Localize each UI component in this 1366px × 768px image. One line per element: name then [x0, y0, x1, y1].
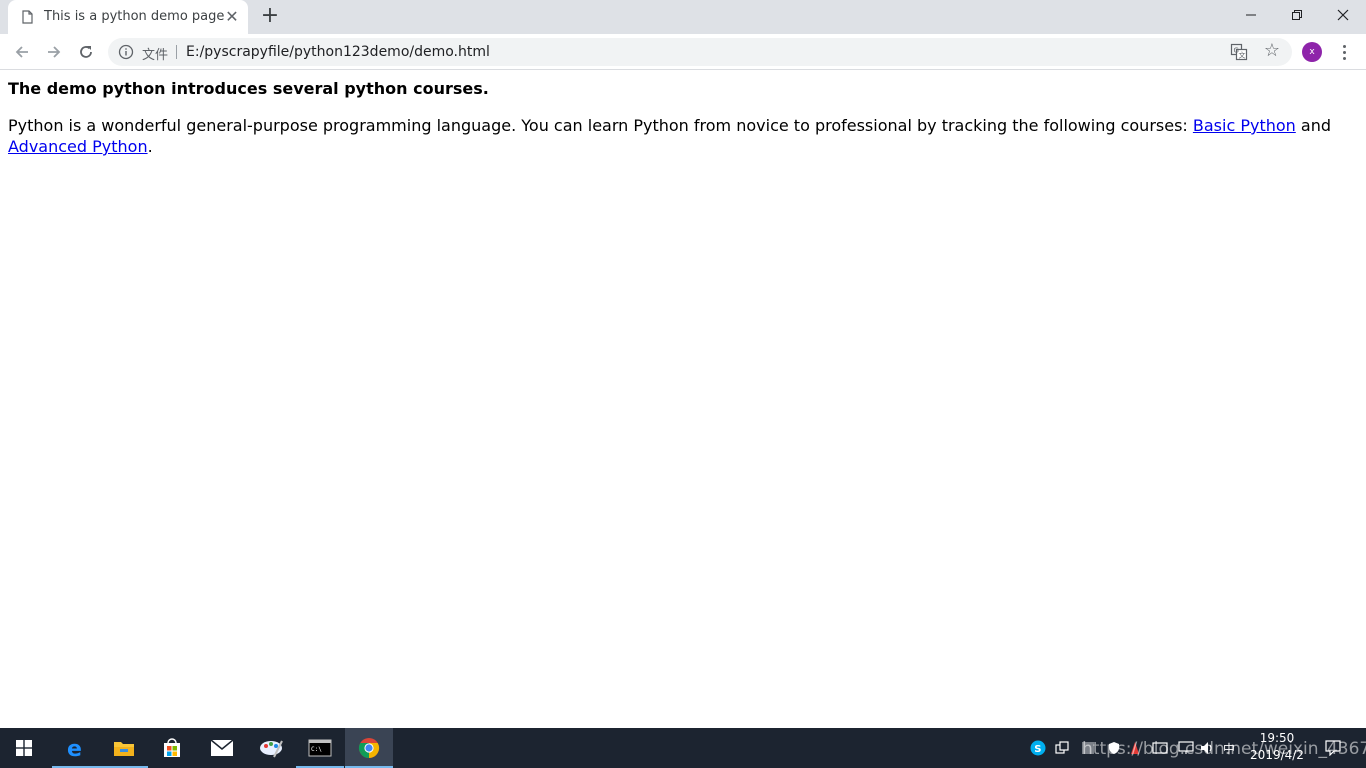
back-button[interactable]	[8, 38, 36, 66]
start-button[interactable]	[0, 728, 48, 768]
divider	[176, 45, 177, 59]
tray-skype[interactable]: S	[1028, 728, 1048, 768]
watermark-text: https://blog.csdn.net/weixin_43670105	[1082, 739, 1366, 759]
browser-menu-icon[interactable]	[1336, 42, 1352, 62]
svg-text:C:\: C:\	[311, 746, 322, 753]
page-icon	[22, 10, 33, 24]
reload-button[interactable]	[72, 38, 100, 66]
paragraph-text: Python is a wonderful general-purpose pr…	[8, 116, 1193, 135]
translate-icon[interactable]: G 文	[1230, 43, 1248, 61]
taskbar-file-explorer[interactable]	[100, 728, 148, 768]
bookmark-star-icon[interactable]: ☆	[1262, 41, 1282, 61]
taskbar-cmd[interactable]: C:\	[296, 728, 344, 768]
taskbar-chrome[interactable]	[345, 728, 393, 768]
forward-button[interactable]	[40, 38, 68, 66]
mail-icon	[210, 739, 234, 756]
back-arrow-icon	[15, 46, 28, 58]
url-text[interactable]: E:/pyscrapyfile/python123demo/demo.html	[186, 44, 490, 60]
taskbar-paint[interactable]	[247, 728, 295, 768]
close-tab-icon[interactable]: ✕	[223, 8, 241, 26]
svg-text:文: 文	[1239, 51, 1246, 60]
period-text: .	[147, 137, 153, 156]
profile-avatar[interactable]: x	[1302, 42, 1322, 62]
tab-strip: This is a python demo page ✕ +	[0, 0, 1366, 34]
cmd-icon: C:\	[308, 739, 332, 757]
svg-text:e: e	[67, 737, 82, 759]
paint-icon	[260, 740, 283, 758]
chrome-icon	[358, 738, 380, 759]
restore-button[interactable]	[1274, 0, 1320, 30]
taskbar-edge[interactable]: e	[52, 728, 100, 768]
file-explorer-icon	[114, 742, 134, 756]
skype-icon: S	[1030, 740, 1046, 756]
store-icon	[164, 738, 180, 757]
advanced-python-link[interactable]: Advanced Python	[8, 137, 148, 156]
taskbar-mail[interactable]	[198, 728, 246, 768]
info-icon[interactable]	[118, 44, 134, 60]
address-bar[interactable]: 文件 E:/pyscrapyfile/python123demo/demo.ht…	[108, 38, 1292, 66]
basic-python-link[interactable]: Basic Python	[1193, 116, 1296, 135]
restore-icon	[1292, 10, 1302, 20]
start-icon	[16, 740, 32, 756]
new-tab-button[interactable]: +	[258, 5, 282, 29]
page-content: The demo python introduces several pytho…	[8, 78, 1348, 157]
tab-active[interactable]: This is a python demo page ✕	[8, 0, 248, 34]
course-paragraph: Python is a wonderful general-purpose pr…	[8, 115, 1348, 157]
conjunction-text: and	[1295, 116, 1331, 135]
page-heading: The demo python introduces several pytho…	[8, 79, 489, 98]
close-icon	[1337, 9, 1349, 21]
minimize-icon	[1246, 14, 1256, 16]
scheme-label: 文件	[142, 48, 169, 63]
tray-task-view[interactable]	[1052, 728, 1072, 768]
browser-toolbar: 文件 E:/pyscrapyfile/python123demo/demo.ht…	[0, 34, 1366, 70]
edge-icon: e	[67, 737, 82, 759]
reload-icon	[80, 46, 92, 58]
minimize-button[interactable]	[1228, 0, 1274, 30]
forward-arrow-icon	[48, 46, 61, 58]
close-window-button[interactable]	[1320, 0, 1366, 30]
tab-title: This is a python demo page	[44, 9, 225, 24]
svg-text:S: S	[1034, 744, 1041, 755]
taskbar-store[interactable]	[148, 728, 196, 768]
network-icon	[1055, 741, 1069, 754]
